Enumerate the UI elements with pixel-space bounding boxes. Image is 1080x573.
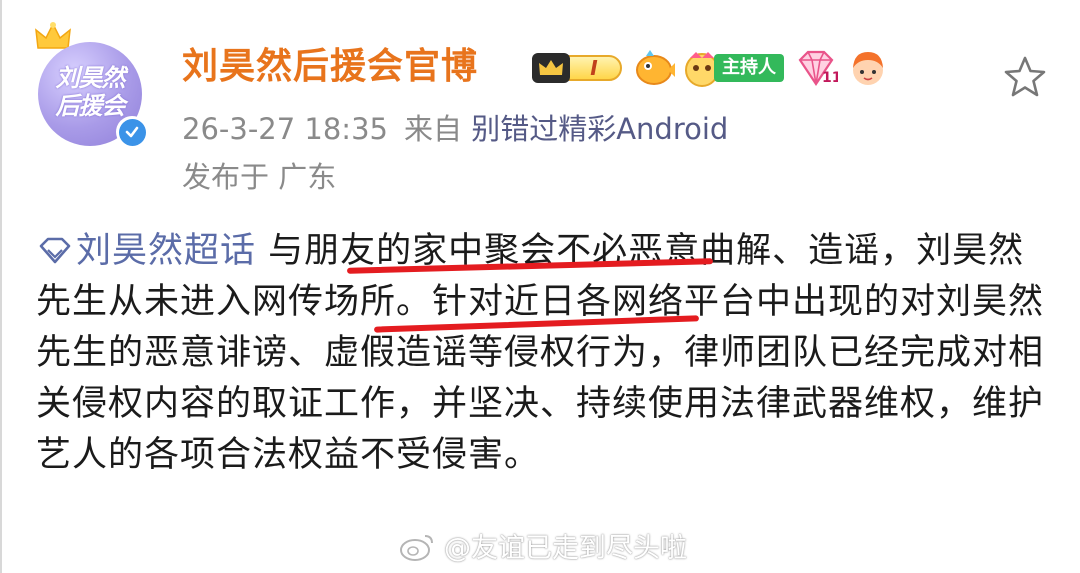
source-prefix: 来自 — [403, 112, 462, 146]
host-badge[interactable]: 主持人 — [682, 48, 784, 88]
post-card: 刘昊然 后援会 刘昊然后援会官博 I 主持人 11 26-3-27 18:35 … — [0, 0, 1080, 573]
gem-badge-icon[interactable]: 11 — [794, 48, 838, 88]
post-location: 发布于 广东 — [182, 160, 337, 194]
timestamp: 26-3-27 18:35 — [182, 112, 388, 146]
avatar-text: 刘昊然 后援会 — [55, 64, 126, 120]
author-avatar-group[interactable]: 刘昊然 后援会 — [32, 22, 150, 152]
supertopic-label: 刘昊然超话 — [76, 231, 257, 271]
girl-badge-icon[interactable] — [848, 48, 888, 88]
supertopic-link[interactable]: 刘昊然超话 — [36, 231, 256, 271]
fish-badge-icon[interactable] — [632, 48, 676, 88]
svg-text:11: 11 — [822, 70, 838, 86]
watermark-text: @友谊已走到尽头啦 — [444, 533, 687, 564]
host-badge-label: 主持人 — [714, 54, 784, 82]
level-badge-label: I — [566, 55, 622, 81]
verified-icon — [116, 116, 148, 148]
level-badge-icon[interactable]: I — [532, 51, 622, 85]
author-name[interactable]: 刘昊然后援会官博 — [182, 44, 478, 90]
source-link[interactable]: 别错过精彩Android — [471, 112, 728, 146]
weibo-logo-icon — [400, 534, 433, 561]
watermark: @友谊已走到尽头啦 — [398, 526, 687, 565]
star-icon[interactable] — [1002, 54, 1048, 100]
supertopic-diamond-icon — [39, 237, 71, 264]
badge-row: I 主持人 11 — [532, 48, 888, 88]
post-meta: 26-3-27 18:35 来自 别错过精彩Android — [182, 110, 728, 148]
